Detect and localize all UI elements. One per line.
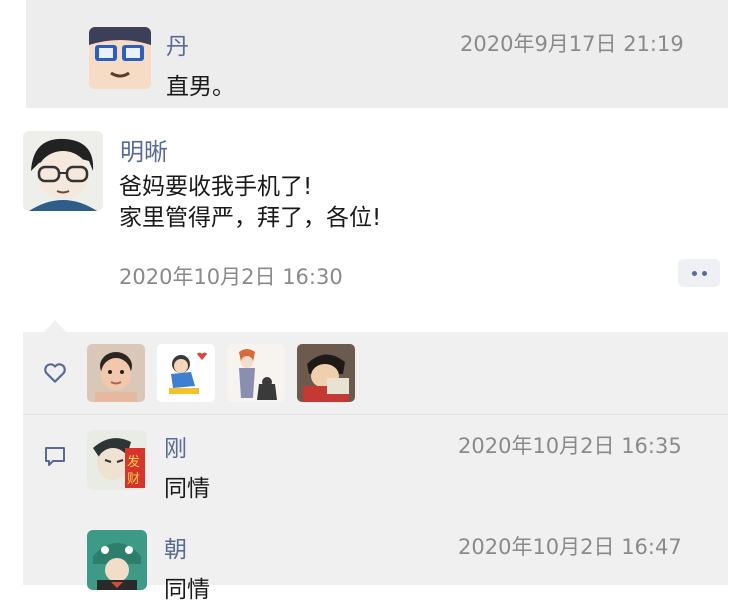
- comment-text: 同情: [164, 577, 210, 603]
- comment-timestamp: 2020年9月17日 21:19: [460, 32, 684, 56]
- panel-pointer: [44, 320, 66, 332]
- more-actions-button[interactable]: [678, 259, 720, 287]
- comment-author-name[interactable]: 丹: [166, 27, 189, 61]
- like-avatar[interactable]: [227, 344, 285, 402]
- comment-avatar[interactable]: 发 财: [87, 430, 147, 490]
- comment-avatar[interactable]: [87, 530, 147, 590]
- panel-divider: [23, 414, 728, 415]
- post-text: 爸妈要收我手机了! 家里管得严，拜了，各位!: [119, 172, 381, 234]
- svg-text:财: 财: [127, 472, 140, 487]
- heart-icon: [42, 360, 68, 386]
- comment-icon: [43, 444, 67, 468]
- post-text-line: 家里管得严，拜了，各位!: [119, 205, 382, 231]
- avatar-dan[interactable]: [89, 27, 151, 89]
- post-timestamp: 2020年10月2日 16:30: [119, 265, 343, 289]
- like-avatar[interactable]: [297, 344, 355, 402]
- comment-author-name[interactable]: 朝: [164, 530, 187, 564]
- comment-text: 同情: [164, 476, 210, 502]
- comment-timestamp: 2020年10月2日 16:47: [458, 535, 682, 559]
- post-author-name[interactable]: 明晰: [120, 132, 168, 167]
- interaction-panel: 发 财 刚 2020年10月2日 16:35 同情 朝 2020年10月2日 1…: [23, 332, 728, 603]
- likes-row: [23, 332, 728, 414]
- post-text-line: 爸妈要收我手机了!: [119, 174, 313, 200]
- more-dots-icon: [701, 270, 707, 276]
- comment-timestamp: 2020年10月2日 16:35: [458, 434, 682, 458]
- like-avatar[interactable]: [157, 344, 215, 402]
- comment-text: 直男。: [166, 74, 235, 100]
- svg-text:发: 发: [127, 454, 140, 470]
- avatar-post-author[interactable]: [23, 131, 103, 211]
- more-dots-icon: [691, 270, 697, 276]
- like-avatar[interactable]: [87, 344, 145, 402]
- comment-author-name[interactable]: 刚: [164, 429, 187, 463]
